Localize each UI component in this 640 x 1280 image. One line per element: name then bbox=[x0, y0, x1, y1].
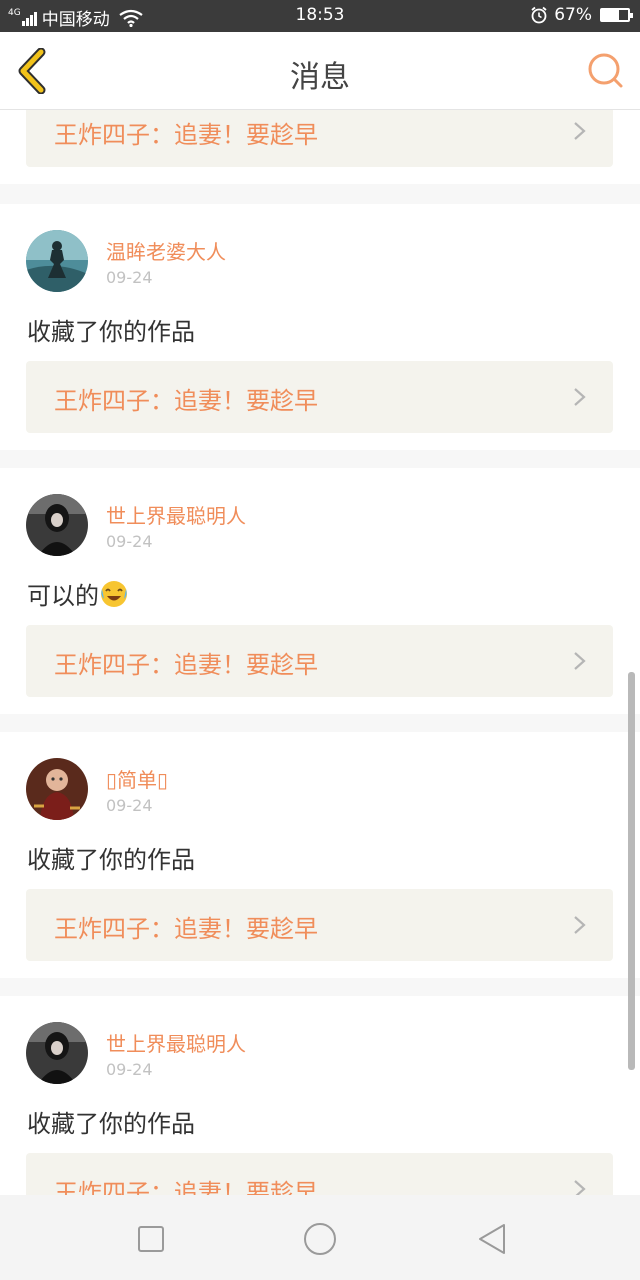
work-title: 王炸四子：追妻！要趁早 bbox=[54, 121, 318, 149]
page-title: 消息 bbox=[290, 60, 350, 95]
work-title: 王炸四子：追妻！要趁早 bbox=[54, 387, 318, 415]
chevron-right-icon bbox=[574, 916, 586, 934]
message-card: 王炸四子：追妻！要趁早 bbox=[0, 110, 640, 184]
message-text: 收藏了你的作品 bbox=[27, 1110, 195, 1138]
alarm-icon bbox=[531, 6, 547, 24]
username[interactable]: 世上界最聪明人 bbox=[106, 1028, 246, 1057]
message-card: 温眸老婆大人 09-24 收藏了你的作品 王炸四子：追妻！要趁早 bbox=[0, 204, 640, 450]
avatar[interactable] bbox=[26, 758, 88, 820]
message-date: 09-24 bbox=[106, 268, 153, 287]
work-link[interactable]: 王炸四子：追妻！要趁早 bbox=[26, 889, 613, 961]
message-text: 收藏了你的作品 bbox=[27, 318, 195, 346]
laughing-crying-emoji bbox=[101, 581, 127, 607]
recent-apps-button[interactable] bbox=[131, 1219, 171, 1259]
work-title: 王炸四子：追妻！要趁早 bbox=[54, 651, 318, 679]
message-card: 世上界最聪明人 09-24 收藏了你的作品 王炸四子：追妻！要趁早 bbox=[0, 996, 640, 1195]
message-date: 09-24 bbox=[106, 532, 153, 551]
system-nav-bar bbox=[0, 1195, 640, 1280]
message-text: 可以的 bbox=[27, 582, 99, 610]
battery-level bbox=[602, 10, 620, 20]
username[interactable]: 世上界最聪明人 bbox=[106, 500, 246, 529]
status-bar: 4G 中国移动 18:53 67% bbox=[0, 0, 640, 32]
work-link[interactable]: 王炸四子：追妻！要趁早 bbox=[26, 1153, 613, 1195]
scrollbar[interactable] bbox=[628, 672, 635, 1070]
battery-icon bbox=[600, 8, 633, 22]
chevron-right-icon bbox=[574, 122, 586, 140]
home-button[interactable] bbox=[300, 1219, 340, 1259]
chevron-right-icon bbox=[574, 652, 586, 670]
message-date: 09-24 bbox=[106, 796, 153, 815]
message-card: ▯简单▯ 09-24 收藏了你的作品 王炸四子：追妻！要趁早 bbox=[0, 732, 640, 978]
avatar[interactable] bbox=[26, 230, 88, 292]
username[interactable]: 温眸老婆大人 bbox=[106, 236, 226, 265]
work-title: 王炸四子：追妻！要趁早 bbox=[54, 915, 318, 943]
message-card: 世上界最聪明人 09-24 可以的 王炸四子：追妻！要趁早 bbox=[0, 468, 640, 714]
message-date: 09-24 bbox=[106, 1060, 153, 1079]
back-nav-button[interactable] bbox=[472, 1219, 512, 1259]
chevron-right-icon bbox=[574, 388, 586, 406]
message-text-container: 可以的 bbox=[27, 576, 129, 611]
avatar[interactable] bbox=[26, 1022, 88, 1084]
square-icon bbox=[138, 1226, 164, 1252]
work-link[interactable]: 王炸四子：追妻！要趁早 bbox=[26, 625, 613, 697]
triangle-back-icon bbox=[479, 1224, 505, 1254]
avatar[interactable] bbox=[26, 494, 88, 556]
search-icon bbox=[588, 53, 623, 88]
chevron-right-icon bbox=[574, 1180, 586, 1195]
username[interactable]: ▯简单▯ bbox=[106, 764, 168, 793]
message-text: 收藏了你的作品 bbox=[27, 846, 195, 874]
circle-icon bbox=[304, 1223, 336, 1255]
search-button[interactable] bbox=[584, 49, 628, 93]
work-link[interactable]: 王炸四子：追妻！要趁早 bbox=[26, 361, 613, 433]
work-link[interactable]: 王炸四子：追妻！要趁早 bbox=[26, 110, 613, 167]
work-title: 王炸四子：追妻！要趁早 bbox=[54, 1179, 318, 1195]
top-bar: 消息 bbox=[0, 32, 640, 110]
status-bar-right: 67% bbox=[530, 5, 633, 25]
battery-percent: 67% bbox=[554, 5, 592, 25]
message-feed[interactable]: 王炸四子：追妻！要趁早 温眸老婆大人 09-24 收藏了你的作品 王炸四子：追妻… bbox=[0, 110, 640, 1195]
